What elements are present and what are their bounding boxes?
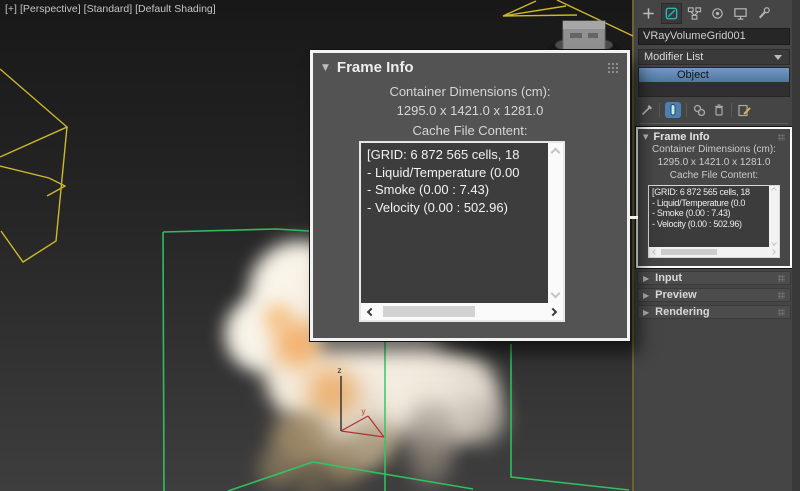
- viewport-menu-pov[interactable]: [Perspective]: [20, 3, 81, 15]
- cache-line: [GRID: 6 872 565 cells, 18: [652, 187, 766, 198]
- cache-line: - Smoke (0.00 : 7.43): [652, 208, 766, 219]
- frame-info-rollout[interactable]: ▼ Frame Info Container Dimensions (cm): …: [636, 127, 792, 268]
- cache-line: - Smoke (0.00 : 7.43): [367, 181, 542, 199]
- cache-content-list[interactable]: [GRID: 6 872 565 cells, 18 - Liquid/Temp…: [361, 143, 548, 303]
- modifier-stack[interactable]: Object: [638, 67, 790, 97]
- object-name-field[interactable]: [638, 28, 790, 45]
- popup-title: Frame Info: [337, 59, 414, 76]
- rollout-preview[interactable]: ▶ Preview: [637, 288, 791, 302]
- show-end-result-icon[interactable]: [665, 102, 681, 118]
- cache-content-listbox[interactable]: [GRID: 6 872 565 cells, 18 - Liquid/Temp…: [648, 185, 780, 258]
- viewport-menu-renderer[interactable]: [Standard]: [84, 3, 132, 15]
- expander-icon: ▶: [643, 291, 649, 300]
- hierarchy-icon[interactable]: [685, 4, 704, 23]
- make-unique-icon[interactable]: [692, 103, 707, 118]
- container-dimensions-value: 1295.0 x 1421.0 x 1281.0: [313, 103, 627, 118]
- vertical-scrollbar[interactable]: [769, 186, 779, 247]
- scrollbar-thumb[interactable]: [383, 306, 475, 317]
- axis-z-label: z: [337, 366, 342, 375]
- container-dimensions-value: 1295.0 x 1421.0 x 1281.0: [638, 156, 790, 169]
- modifier-stack-toolbar: [640, 100, 790, 120]
- horizontal-scrollbar[interactable]: [361, 303, 563, 320]
- toolbar-separator: [731, 103, 732, 117]
- command-panel-tabs: [639, 2, 773, 24]
- rollout-rendering[interactable]: ▶ Rendering: [637, 305, 791, 319]
- chevron-down-icon: [774, 55, 782, 60]
- scroll-up-icon[interactable]: [551, 148, 561, 158]
- cache-line: - Liquid/Temperature (0.00: [367, 164, 542, 182]
- cache-file-content-label: Cache File Content:: [313, 123, 627, 138]
- grid-handle-icon: [778, 309, 785, 316]
- cache-line: [GRID: 6 872 565 cells, 18: [367, 146, 542, 164]
- cache-content-list[interactable]: [GRID: 6 872 565 cells, 18 - Liquid/Temp…: [649, 186, 769, 247]
- scroll-right-icon[interactable]: [549, 307, 557, 315]
- viewport-label: [+] [Perspective] [Standard] [Default Sh…: [5, 3, 216, 15]
- scroll-right-icon[interactable]: [770, 249, 776, 255]
- cache-line: - Velocity (0.00 : 502.96): [367, 199, 542, 217]
- popup-connector-line: [628, 216, 638, 219]
- toolbar-separator: [659, 103, 660, 117]
- scroll-down-icon[interactable]: [771, 240, 777, 246]
- expander-icon[interactable]: ▼: [643, 133, 648, 141]
- configure-modifier-sets-icon[interactable]: [737, 103, 752, 118]
- rollout-separator[interactable]: [640, 123, 788, 124]
- grid-handle-icon: [778, 292, 785, 299]
- motion-icon[interactable]: [708, 4, 727, 23]
- frame-info-popup[interactable]: ▼ Frame Info Container Dimensions (cm): …: [310, 50, 630, 341]
- application-window: [+] [Perspective] [Standard] [Default Sh…: [0, 0, 800, 491]
- modifier-list-label: Modifier List: [644, 51, 703, 63]
- expander-icon: ▶: [643, 274, 649, 283]
- display-icon[interactable]: [731, 4, 750, 23]
- expander-icon: ▶: [643, 308, 649, 317]
- utilities-icon[interactable]: [754, 4, 773, 23]
- expander-icon[interactable]: ▼: [322, 63, 329, 73]
- cache-line: - Velocity (0.00 : 502.96): [652, 219, 766, 230]
- modify-icon[interactable]: [662, 4, 681, 23]
- modifier-list-dropdown[interactable]: Modifier List: [638, 49, 790, 65]
- create-icon[interactable]: [639, 4, 658, 23]
- scroll-down-icon[interactable]: [551, 289, 561, 299]
- grid-handle-icon: [778, 275, 785, 282]
- command-panel: Modifier List Object: [636, 0, 800, 491]
- axis-y-label: y: [361, 407, 366, 416]
- remove-modifier-icon[interactable]: [712, 103, 726, 117]
- cache-file-content-label: Cache File Content:: [638, 169, 790, 182]
- panel-scrollbar[interactable]: [792, 0, 800, 491]
- scroll-left-icon[interactable]: [367, 307, 375, 315]
- cache-line: - Liquid/Temperature (0.0: [652, 198, 766, 209]
- toolbar-separator: [686, 103, 687, 117]
- frame-info-rollout-header[interactable]: ▼ Frame Info: [638, 129, 790, 143]
- rollout-title: Frame Info: [653, 131, 709, 143]
- scroll-left-icon[interactable]: [652, 249, 658, 255]
- rollout-label: Input: [655, 272, 682, 284]
- scrollbar-thumb[interactable]: [661, 249, 717, 255]
- axis-gizmo[interactable]: z y: [337, 366, 384, 437]
- viewport-menu-general[interactable]: [+]: [5, 3, 17, 15]
- grid-handle-icon[interactable]: [607, 62, 618, 73]
- frame-info-popup-header[interactable]: ▼ Frame Info: [313, 53, 627, 76]
- rollout-input[interactable]: ▶ Input: [637, 271, 791, 285]
- viewport-menu-shading[interactable]: [Default Shading]: [135, 3, 216, 15]
- grid-handle-icon[interactable]: [778, 134, 785, 141]
- stack-item-object[interactable]: Object: [639, 68, 789, 82]
- container-dimensions-label: Container Dimensions (cm):: [313, 84, 627, 99]
- vertical-scrollbar[interactable]: [548, 143, 563, 303]
- container-dimensions-label: Container Dimensions (cm):: [638, 143, 790, 156]
- rollout-label: Preview: [655, 289, 697, 301]
- cache-content-listbox[interactable]: [GRID: 6 872 565 cells, 18 - Liquid/Temp…: [359, 141, 565, 322]
- horizontal-scrollbar[interactable]: [649, 247, 779, 257]
- pin-stack-icon[interactable]: [640, 103, 654, 117]
- scroll-up-icon[interactable]: [771, 187, 777, 193]
- rollout-label: Rendering: [655, 306, 709, 318]
